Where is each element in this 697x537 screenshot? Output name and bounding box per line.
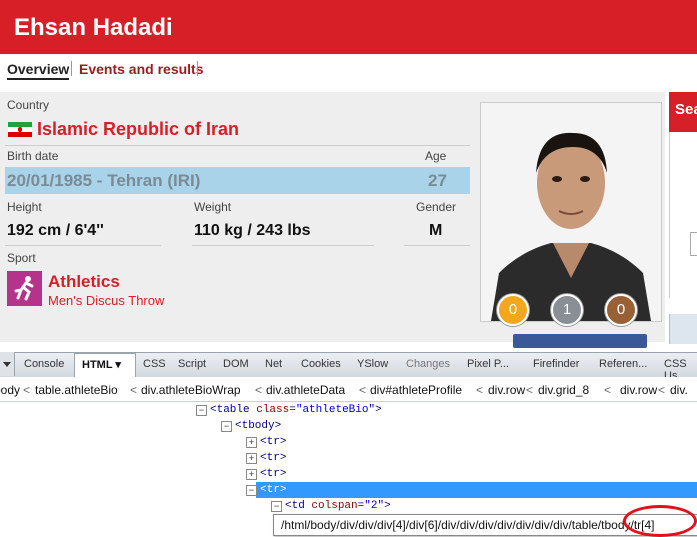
breadcrumb-item[interactable]: div. [670,383,688,397]
event-value[interactable]: Men's Discus Throw [48,293,164,308]
tab-changes[interactable]: Changes [406,358,450,370]
tree-node-tr[interactable]: <tr> [260,436,286,448]
age-label: Age [425,149,447,163]
collapse-icon[interactable]: − [221,421,232,432]
weight-value: 110 kg / 243 lbs [194,222,311,239]
expand-icon[interactable]: + [246,469,257,480]
age-value: 27 [428,171,447,190]
breadcrumb-separator: < [604,383,612,397]
red-annotation-circle [623,505,697,537]
athlete-photo [480,102,662,322]
side-thumbnail[interactable] [669,314,697,344]
tab-firefinder[interactable]: Firefinder [533,358,579,370]
birth-date-label: Birth date [7,149,59,163]
tab-console[interactable]: Console [24,358,64,370]
breadcrumb-item[interactable]: body [0,383,20,397]
selected-tree-row[interactable] [256,482,697,498]
expand-icon[interactable]: + [246,453,257,464]
site-header: Ehsan Hadadi [0,0,697,54]
tab-css[interactable]: CSS [143,358,166,370]
tab-events-and-results[interactable]: Events and results [79,61,204,77]
tab-divider [71,61,72,76]
breadcrumb-item[interactable]: div.athleteBioWrap [141,383,241,397]
silver-medal-count: 1 [551,294,583,326]
tab-html[interactable]: HTML ▾ [82,358,121,371]
collapse-icon[interactable]: − [271,501,282,512]
tab-net[interactable]: Net [265,358,282,370]
birth-date-value: 20/01/1985 - Tehran (IRI) [7,171,201,190]
tree-node-tr-selected[interactable]: <tr> [260,484,286,496]
tab-yslow[interactable]: YSlow [357,358,388,370]
divider [5,145,470,146]
bronze-medal-count: 0 [605,294,637,326]
breadcrumb-item[interactable]: div.athleteData [266,383,345,397]
devtools-menu-button[interactable] [0,352,15,376]
height-value: 192 cm / 6'4'' [7,222,104,239]
gender-label: Gender [416,200,457,214]
breadcrumb-separator: < [526,383,534,397]
collapse-icon[interactable]: − [196,405,207,416]
weight-label: Weight [194,200,232,214]
sport-label: Sport [7,251,36,265]
tab-referenceer[interactable]: Referen... [599,358,647,370]
tree-node-tr[interactable]: <tr> [260,452,286,464]
tab-overview[interactable]: Overview [7,61,70,80]
iran-flag-icon [8,122,32,137]
tab-script[interactable]: Script [178,358,206,370]
breadcrumb-separator: < [476,383,484,397]
breadcrumb-separator: < [359,383,367,397]
tree-node-td[interactable]: <td colspan="2"> [285,500,391,512]
breadcrumb-item[interactable]: div#athleteProfile [370,383,462,397]
breadcrumb-separator: < [255,383,263,397]
expand-icon[interactable]: + [246,437,257,448]
athlete-name: Ehsan Hadadi [14,14,173,41]
breadcrumb-separator: < [658,383,666,397]
search-panel-header: Sea [669,92,697,132]
divider [5,245,161,246]
tab-dom[interactable]: DOM [223,358,249,370]
divider [404,245,470,246]
country-label: Country [7,98,50,112]
country-value[interactable]: Islamic Republic of Iran [37,119,239,140]
search-input[interactable] [690,232,697,256]
sport-value[interactable]: Athletics [48,272,120,292]
gold-medal-count: 0 [497,294,529,326]
tree-node-tr[interactable]: <tr> [260,468,286,480]
athletics-pictogram-icon [7,271,42,306]
tab-cookies[interactable]: Cookies [301,358,341,370]
divider [192,245,374,246]
breadcrumb-item[interactable]: div.row [488,383,525,397]
tab-divider [197,61,198,76]
search-label: Sea [675,101,697,118]
facebook-support-button[interactable] [513,334,647,348]
gender-value: M [429,222,443,239]
collapse-icon[interactable]: − [246,485,257,496]
height-label: Height [7,200,42,214]
breadcrumb-item[interactable]: table.athleteBio [35,383,118,397]
breadcrumb-separator: < [23,383,31,397]
tree-node-tbody[interactable]: <tbody> [235,420,281,432]
breadcrumb-item[interactable]: div.grid_8 [538,383,589,397]
tab-pixel-perfect[interactable]: Pixel P... [467,358,509,370]
breadcrumb-separator: < [130,383,138,397]
breadcrumb-item[interactable]: div.row [620,383,657,397]
tree-node-table[interactable]: <table class="athleteBio"> [210,404,382,416]
search-panel-body [669,132,697,298]
